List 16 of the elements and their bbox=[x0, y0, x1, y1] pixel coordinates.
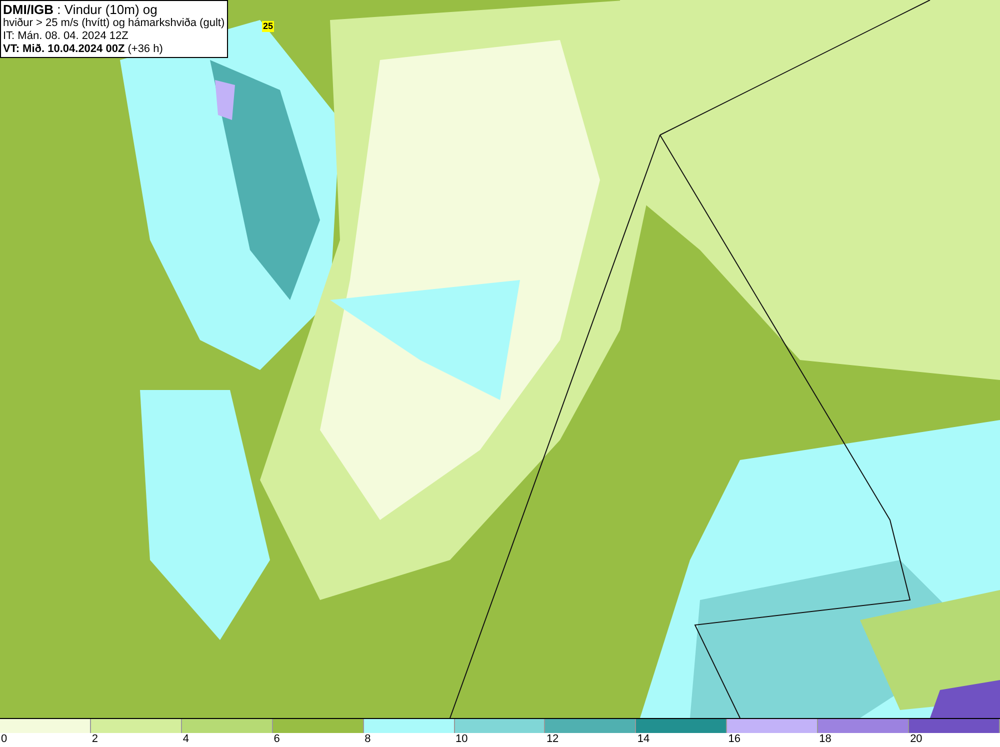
title-line: DMI/IGB : Vindur (10m) og bbox=[3, 2, 158, 17]
legend-label: 14 bbox=[636, 733, 650, 746]
legend-label: 16 bbox=[727, 733, 740, 746]
title-line: IT: Mán. 08. 04. 2024 12Z bbox=[3, 30, 130, 43]
title-line: hviður > 25 m/s (hvítt) og hámarkshviða (gult) bbox=[3, 17, 225, 30]
legend-label: 2 bbox=[90, 733, 98, 746]
title-line: VT: Mið. 10.04.2024 00Z (+36 h) bbox=[3, 43, 164, 56]
legend-label: 12 bbox=[545, 733, 559, 746]
legend-label: 20 bbox=[909, 733, 922, 746]
legend-label: 18 bbox=[818, 733, 832, 746]
legend-label: 8 bbox=[364, 733, 371, 746]
legend-label: 6 bbox=[272, 733, 280, 746]
gust-label: 25 bbox=[262, 21, 274, 32]
legend-label: 4 bbox=[182, 733, 189, 746]
legend-label: 0 bbox=[0, 733, 8, 746]
legend-label: 10 bbox=[454, 733, 468, 746]
